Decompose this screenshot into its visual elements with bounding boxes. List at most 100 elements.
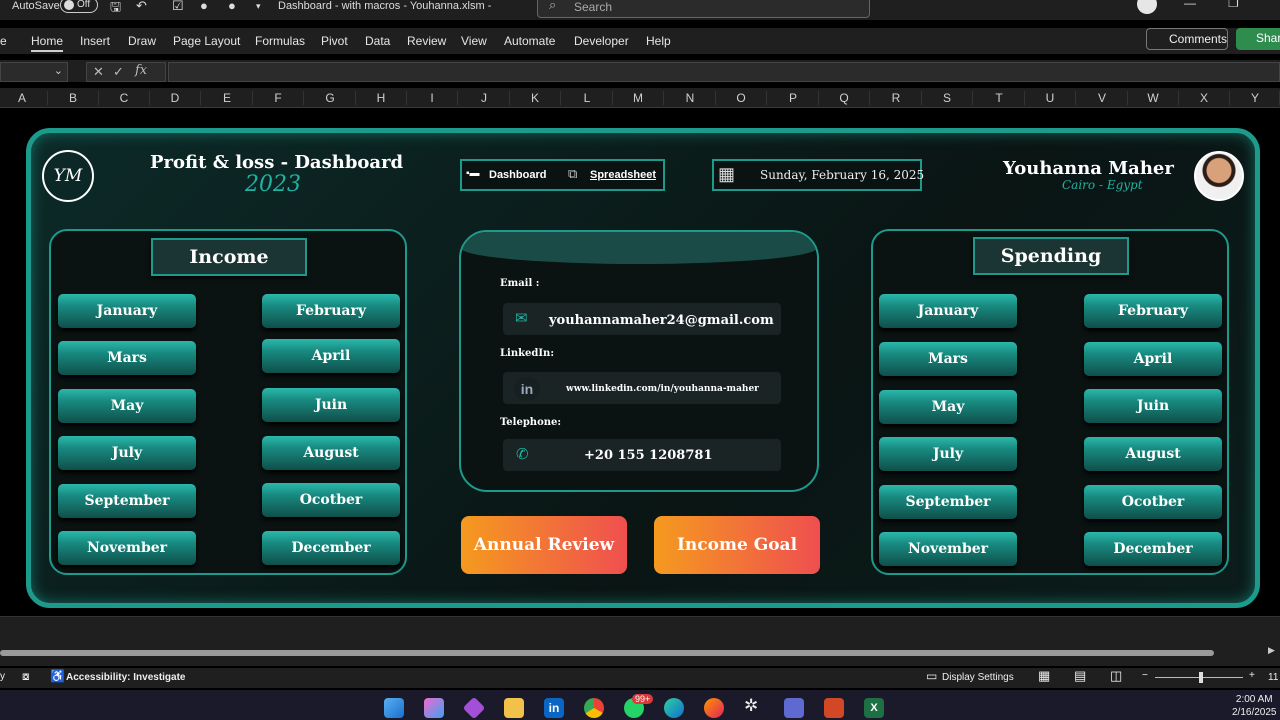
enter-icon[interactable]: ✓ (113, 64, 124, 80)
file-explorer-icon[interactable] (504, 698, 524, 718)
tab-help[interactable]: Help (646, 34, 671, 48)
column-header[interactable]: B (48, 91, 99, 105)
cancel-icon[interactable]: ✕ (93, 64, 104, 80)
column-header[interactable]: M (613, 91, 664, 105)
income-april-button[interactable]: April (262, 339, 400, 373)
column-header[interactable]: A (0, 91, 48, 105)
spending-july-button[interactable]: July (879, 437, 1017, 471)
column-header[interactable]: O (716, 91, 767, 105)
column-header[interactable]: R (871, 91, 922, 105)
income-mars-button[interactable]: Mars (58, 341, 196, 375)
account-avatar[interactable] (1137, 0, 1157, 14)
save-icon[interactable]: 🖫 (110, 0, 121, 20)
spending-may-button[interactable]: May (879, 390, 1017, 424)
spending-august-button[interactable]: August (1084, 437, 1222, 471)
column-header[interactable]: Y (1231, 91, 1280, 105)
record-icon[interactable]: ● (200, 0, 208, 13)
comments-button[interactable]: Comments (1146, 28, 1228, 50)
income-january-button[interactable]: January (58, 294, 196, 328)
income-may-button[interactable]: May (58, 389, 196, 423)
income-november-button[interactable]: November (58, 531, 196, 565)
scroll-right-icon[interactable]: ▶ (1268, 645, 1275, 656)
customize-dropdown-icon[interactable]: ▾ (256, 1, 261, 12)
powerpoint-icon[interactable] (824, 698, 844, 718)
linkedin-value[interactable]: www.linkedin.com/in/youhanna-maher (566, 384, 759, 394)
restore-icon[interactable]: ❐ (1228, 0, 1239, 10)
excel-icon[interactable]: X (864, 698, 884, 718)
display-settings-button[interactable]: Display Settings (942, 672, 1014, 683)
income-juin-button[interactable]: Juin (262, 388, 400, 422)
app-icon[interactable] (784, 698, 804, 718)
normal-view-icon[interactable]: ▦ (1038, 668, 1050, 684)
income-july-button[interactable]: July (58, 436, 196, 470)
macro-record-icon[interactable]: ⧇ (22, 669, 30, 684)
column-header[interactable]: S (922, 91, 973, 105)
spending-ocotber-button[interactable]: Ocotber (1084, 485, 1222, 519)
spending-january-button[interactable]: January (879, 294, 1017, 328)
income-february-button[interactable]: February (262, 294, 400, 328)
undo-icon[interactable]: ↶ (136, 0, 147, 14)
tab-automate[interactable]: Automate (504, 34, 555, 48)
tab-review[interactable]: Review (407, 34, 446, 48)
scrollbar-thumb[interactable] (0, 650, 1214, 656)
column-header[interactable]: K (510, 91, 561, 105)
chevron-down-icon[interactable]: ⌄ (54, 64, 63, 77)
zoom-slider-thumb[interactable] (1199, 672, 1203, 683)
spending-juin-button[interactable]: Juin (1084, 389, 1222, 423)
formula-input[interactable] (168, 62, 1280, 82)
tab-draw[interactable]: Draw (128, 34, 156, 48)
minimize-icon[interactable]: — (1184, 0, 1196, 10)
tab-developer[interactable]: Developer (574, 34, 629, 48)
spending-mars-button[interactable]: Mars (879, 342, 1017, 376)
spending-november-button[interactable]: November (879, 532, 1017, 566)
column-header[interactable]: D (150, 91, 201, 105)
tab-pivot[interactable]: Pivot (321, 34, 348, 48)
settings-icon[interactable]: ✲ (744, 696, 758, 716)
column-header[interactable]: J (459, 91, 510, 105)
email-value[interactable]: youhannamaher24@gmail.com (549, 313, 774, 328)
share-button[interactable]: Share (1236, 28, 1280, 50)
spending-april-button[interactable]: April (1084, 342, 1222, 376)
column-header[interactable]: H (356, 91, 407, 105)
spending-february-button[interactable]: February (1084, 294, 1222, 328)
tab-view[interactable]: View (461, 34, 487, 48)
page-layout-view-icon[interactable]: ▤ (1074, 668, 1086, 684)
taskbar-clock[interactable]: 2:00 AM 2/16/2025 (1232, 693, 1277, 719)
zoom-level[interactable]: 11 (1268, 672, 1278, 683)
nav-dashboard-link[interactable]: Dashboard (489, 169, 546, 181)
name-box[interactable]: ⌄ (0, 62, 68, 82)
column-header[interactable]: F (253, 91, 304, 105)
tab-formulas[interactable]: Formulas (255, 34, 305, 48)
firefox-icon[interactable] (704, 698, 724, 718)
telephone-value[interactable]: +20 155 1208781 (584, 448, 713, 463)
column-header[interactable]: G (305, 91, 356, 105)
column-header[interactable]: C (99, 91, 150, 105)
record2-icon[interactable]: ● (228, 0, 236, 13)
column-header[interactable]: T (974, 91, 1025, 105)
income-september-button[interactable]: September (58, 484, 196, 518)
spending-september-button[interactable]: September (879, 485, 1017, 519)
horizontal-scrollbar[interactable]: ▶ (0, 640, 1280, 666)
tab-data[interactable]: Data (365, 34, 390, 48)
insert-function-icon[interactable]: fx (135, 63, 147, 78)
search-input[interactable]: Search (537, 0, 870, 18)
column-header[interactable]: Q (819, 91, 870, 105)
income-august-button[interactable]: August (262, 436, 400, 470)
edge-icon[interactable] (664, 698, 684, 718)
spending-december-button[interactable]: December (1084, 532, 1222, 566)
annual-review-button[interactable]: Annual Review (461, 516, 627, 574)
column-header[interactable]: W (1128, 91, 1179, 105)
chrome-icon[interactable] (584, 698, 604, 718)
column-header[interactable]: N (665, 91, 716, 105)
accessibility-icon[interactable]: ♿ (50, 669, 65, 683)
tab-home[interactable]: Home (31, 34, 64, 52)
column-header[interactable]: P (768, 91, 819, 105)
zoom-out-icon[interactable]: − (1142, 670, 1148, 681)
income-ocotber-button[interactable]: Ocotber (262, 483, 400, 517)
accessibility-status[interactable]: Accessibility: Investigate (66, 672, 186, 683)
display-settings-icon[interactable]: ▭ (926, 669, 937, 683)
income-goal-button[interactable]: Income Goal (654, 516, 820, 574)
column-header[interactable]: X (1179, 91, 1230, 105)
tab-insert[interactable]: Insert (80, 34, 110, 48)
column-header[interactable]: E (202, 91, 253, 105)
